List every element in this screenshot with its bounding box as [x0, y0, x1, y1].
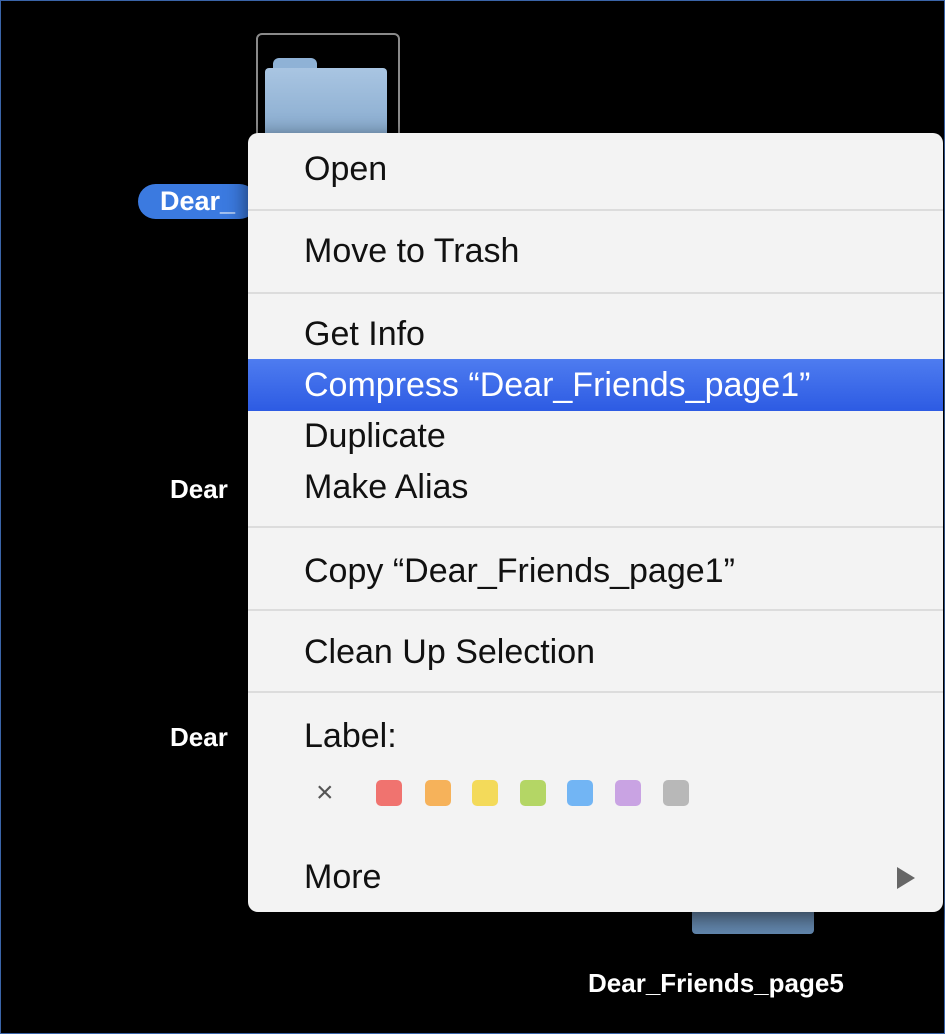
context-menu: Open Move to Trash Get Info Compress “De…	[248, 133, 943, 912]
label-swatch-blue[interactable]	[567, 780, 593, 806]
label-color-row: ×	[308, 773, 908, 813]
label-swatch-orange[interactable]	[425, 780, 451, 806]
menu-item-move-to-trash[interactable]: Move to Trash	[248, 225, 943, 277]
menu-item-compress[interactable]: Compress “Dear_Friends_page1”	[248, 359, 943, 411]
menu-item-label-heading: Label:	[304, 717, 397, 755]
menu-separator	[248, 609, 943, 611]
label-swatch-yellow[interactable]	[472, 780, 498, 806]
folder-label-5[interactable]: Dear_Friends_page5	[588, 968, 844, 999]
menu-item-get-info[interactable]: Get Info	[248, 308, 943, 360]
menu-item-copy[interactable]: Copy “Dear_Friends_page1”	[248, 545, 943, 597]
menu-separator	[248, 292, 943, 294]
menu-separator	[248, 691, 943, 693]
selected-folder-label[interactable]: Dear_	[138, 184, 258, 219]
menu-separator	[248, 209, 943, 211]
remove-label-icon[interactable]: ×	[316, 773, 334, 813]
menu-separator	[248, 526, 943, 528]
menu-item-make-alias[interactable]: Make Alias	[248, 461, 943, 513]
label-swatch-green[interactable]	[520, 780, 546, 806]
folder-label-3[interactable]: Dear	[170, 722, 228, 753]
label-swatch-red[interactable]	[376, 780, 402, 806]
menu-item-more[interactable]: More	[248, 851, 943, 903]
label-swatch-purple[interactable]	[615, 780, 641, 806]
menu-item-open[interactable]: Open	[248, 143, 943, 195]
folder-label-2[interactable]: Dear	[170, 474, 228, 505]
label-swatch-gray[interactable]	[663, 780, 689, 806]
submenu-arrow-icon	[897, 867, 915, 889]
menu-item-clean-up-selection[interactable]: Clean Up Selection	[248, 626, 943, 678]
menu-item-duplicate[interactable]: Duplicate	[248, 410, 943, 462]
